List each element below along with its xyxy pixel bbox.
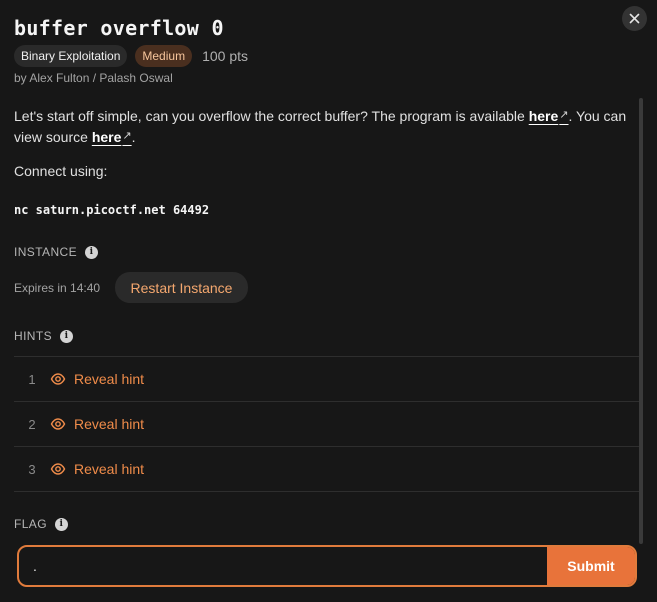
challenge-description: Let's start off simple, can you overflow…	[14, 105, 629, 147]
hint-row: 1 Reveal hint	[14, 357, 639, 402]
reveal-hint-button[interactable]: Reveal hint	[50, 461, 144, 477]
connect-label: Connect using:	[14, 163, 108, 179]
hint-number: 3	[28, 461, 36, 477]
hints-list: 1 Reveal hint 2 Reveal hint 3 Reveal hin…	[14, 356, 639, 492]
eye-icon	[50, 418, 66, 430]
reveal-hint-button[interactable]: Reveal hint	[50, 371, 144, 387]
flag-label: FLAG	[14, 517, 47, 531]
eye-icon	[50, 463, 66, 475]
hint-row: 3 Reveal hint	[14, 447, 639, 492]
hint-row: 2 Reveal hint	[14, 402, 639, 447]
eye-icon	[50, 373, 66, 385]
reveal-hint-button[interactable]: Reveal hint	[50, 416, 144, 432]
difficulty-badge: Medium	[135, 45, 193, 67]
connect-command: nc saturn.picoctf.net 64492	[14, 203, 210, 217]
info-icon[interactable]: i	[60, 329, 73, 343]
flag-section-label: FLAG i	[14, 517, 68, 531]
challenge-modal: buffer overflow 0 Binary Exploitation Me…	[0, 0, 657, 602]
category-badge: Binary Exploitation	[14, 45, 128, 67]
restart-instance-button[interactable]: Restart Instance	[115, 272, 248, 303]
reveal-hint-label: Reveal hint	[74, 416, 145, 432]
description-text: Let's start off simple, can you overflow…	[14, 108, 529, 124]
instance-section-label: INSTANCE i	[14, 245, 98, 259]
hint-number: 2	[28, 416, 36, 432]
program-link[interactable]: here↗	[529, 108, 569, 124]
points-value: 100 pts	[202, 48, 249, 64]
info-icon[interactable]: i	[84, 245, 98, 259]
hints-section-label: HINTS i	[14, 329, 73, 343]
close-icon	[629, 13, 640, 24]
instance-expiry: Expires in 14:40	[14, 281, 101, 295]
instance-label: INSTANCE	[14, 245, 77, 259]
source-link[interactable]: here↗	[92, 129, 132, 145]
external-link-icon: ↗	[122, 130, 132, 142]
scrollbar-thumb[interactable]	[639, 98, 643, 544]
info-icon[interactable]: i	[54, 517, 68, 531]
challenge-meta: Binary Exploitation Medium 100 pts	[14, 45, 248, 67]
external-link-icon: ↗	[559, 109, 569, 121]
hint-number: 1	[28, 371, 36, 387]
flag-input[interactable]	[19, 547, 547, 585]
hints-label: HINTS	[14, 329, 52, 343]
challenge-authors: by Alex Fulton / Palash Oswal	[14, 71, 173, 85]
flag-form: Submit	[17, 545, 637, 587]
submit-button[interactable]: Submit	[547, 547, 635, 585]
reveal-hint-label: Reveal hint	[74, 461, 145, 477]
challenge-title: buffer overflow 0	[14, 16, 224, 40]
description-text: .	[131, 129, 136, 145]
close-button[interactable]	[622, 6, 647, 31]
reveal-hint-label: Reveal hint	[74, 371, 145, 387]
